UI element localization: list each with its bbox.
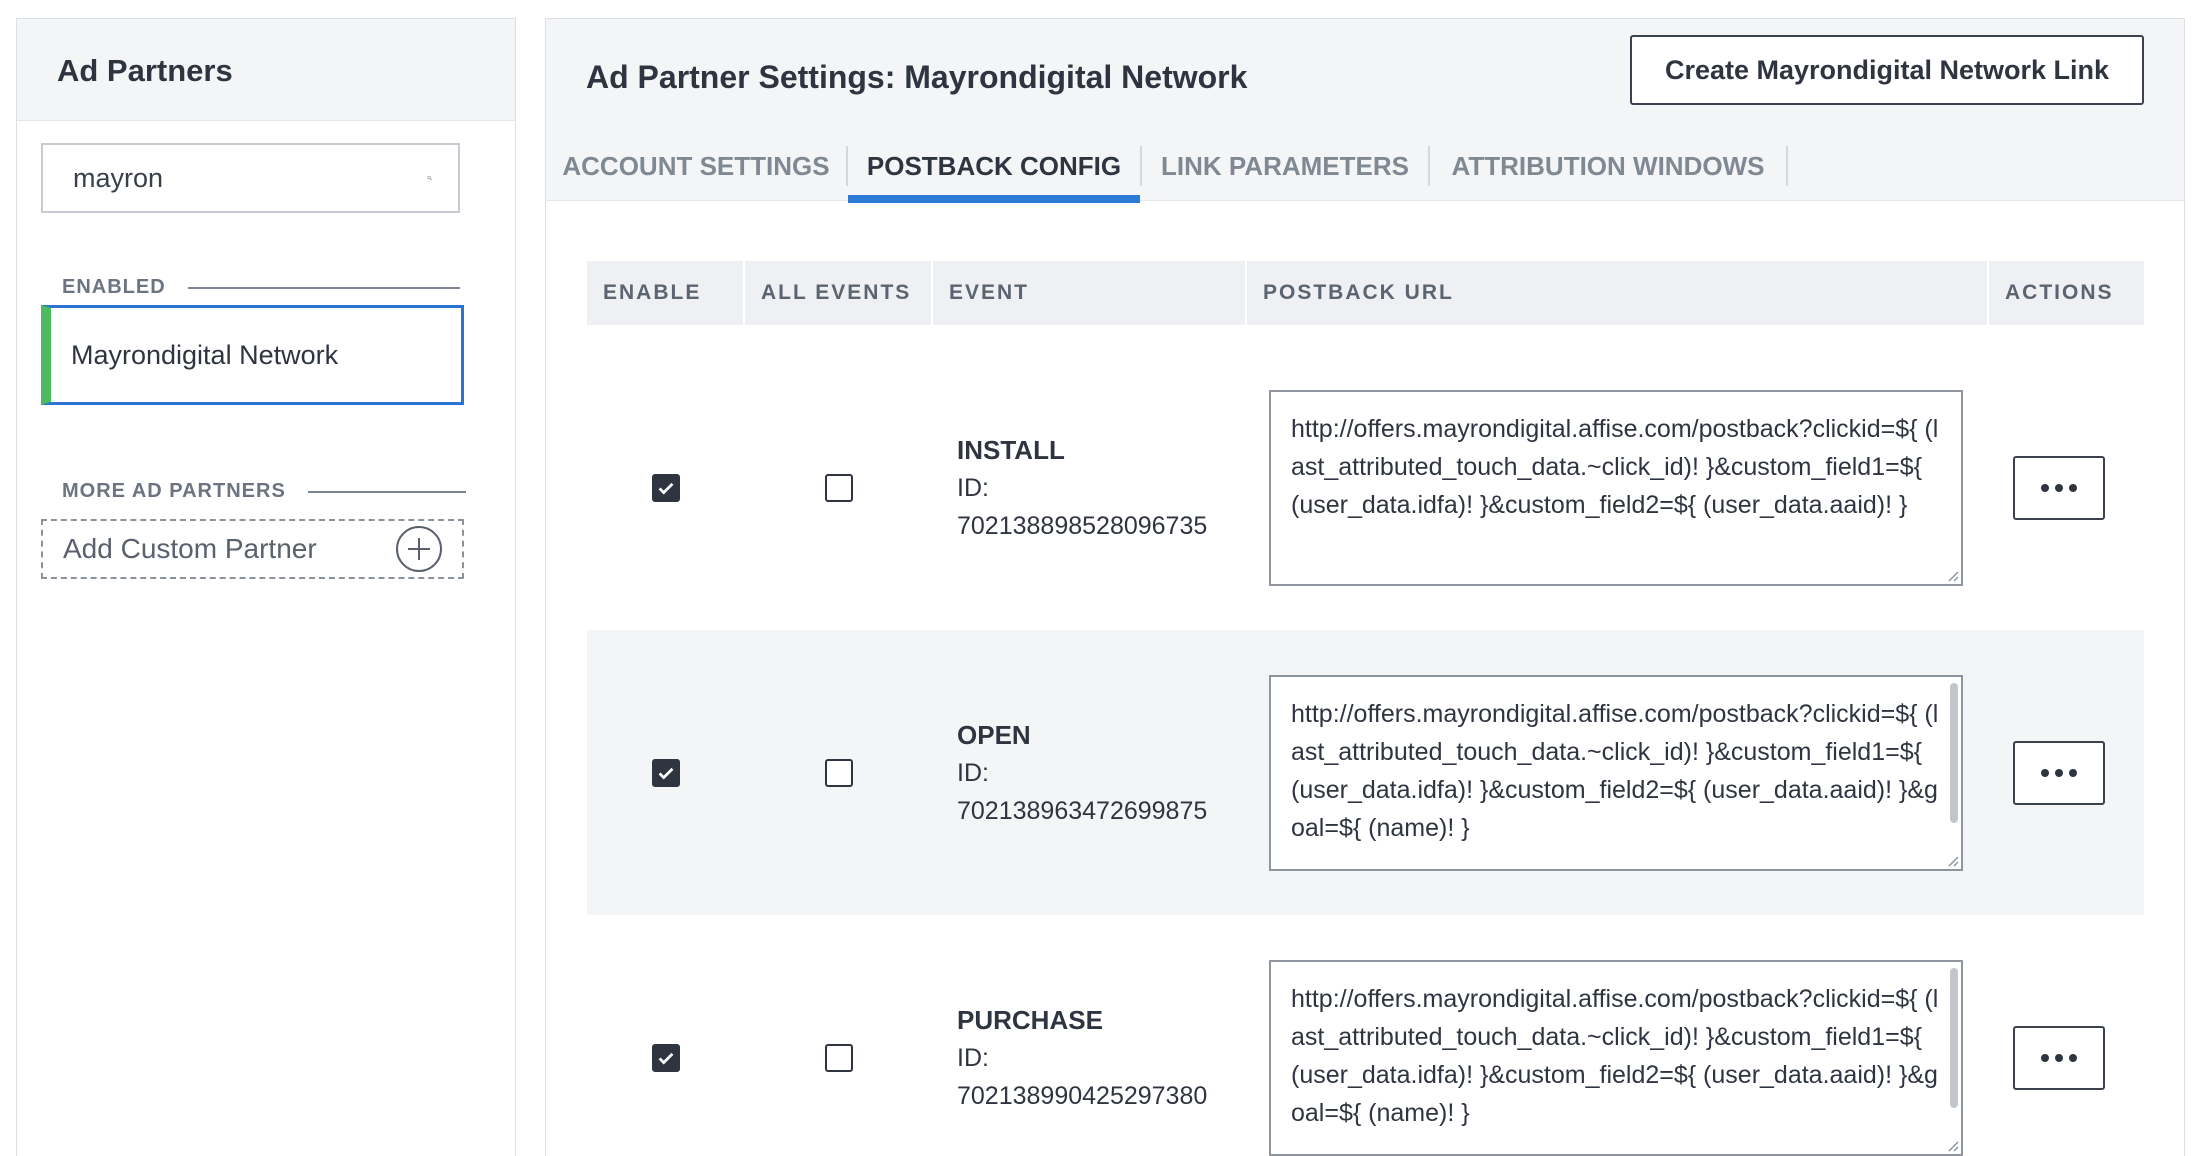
postback-url-textarea[interactable]: http://offers.mayrondigital.affise.com/p… [1269,674,1963,871]
tab-account-settings[interactable]: ACCOUNT SETTINGS [546,131,846,201]
postback-url-textarea[interactable]: http://offers.mayrondigital.affise.com/p… [1269,959,1963,1156]
event-name: PURCHASE [957,1004,1103,1035]
event-info: INSTALL ID: 702138898528096735 [933,431,1207,545]
enable-cell [587,345,745,630]
all-events-cell [745,915,933,1156]
ellipsis-icon [2041,1053,2077,1062]
partner-search-input[interactable] [73,162,427,194]
postback-url-text: http://offers.mayrondigital.affise.com/p… [1291,414,1939,519]
event-cell: INSTALL ID: 702138898528096735 [933,345,1247,630]
all-events-checkbox[interactable] [825,758,853,787]
checkmark-icon [658,482,674,495]
ellipsis-icon [2041,768,2077,777]
tab-attribution-windows[interactable]: ATTRIBUTION WINDOWS [1430,131,1786,201]
actions-cell [1989,345,2144,630]
more-actions-button[interactable] [2013,1025,2105,1090]
add-custom-partner-button[interactable]: Add Custom Partner [41,519,464,579]
column-header-event: EVENT [933,261,1247,325]
more-partners-section-label: MORE AD PARTNERS [62,480,466,503]
enabled-partner-label: Mayrondigital Network [71,339,339,370]
postback-url-text: http://offers.mayrondigital.affise.com/p… [1291,699,1939,842]
actions-cell [1989,915,2144,1156]
tab-separator [1786,146,1788,186]
all-events-checkbox[interactable] [825,1043,853,1072]
partner-settings-panel: Ad Partner Settings: Mayrondigital Netwo… [545,18,2185,1156]
all-events-checkbox[interactable] [825,473,853,502]
add-custom-partner-label: Add Custom Partner [63,533,317,564]
column-header-enable: ENABLE [587,261,745,325]
resize-handle-icon[interactable] [1945,568,1959,582]
postback-table-header: ENABLE ALL EVENTS EVENT POSTBACK URL ACT… [587,261,2144,325]
postback-url-textarea[interactable]: http://offers.mayrondigital.affise.com/p… [1269,389,1963,586]
ad-partners-header: Ad Partners [17,19,515,121]
table-row: PURCHASE ID: 702138990425297380 http://o… [587,915,2144,1156]
enabled-label-text: ENABLED [62,276,166,298]
more-actions-button[interactable] [2013,455,2105,520]
checkmark-icon [658,767,674,780]
create-link-button[interactable]: Create Mayrondigital Network Link [1630,35,2144,105]
settings-tabs: ACCOUNT SETTINGS POSTBACK CONFIG LINK PA… [546,131,1788,203]
tab-postback-config[interactable]: POSTBACK CONFIG [848,131,1140,203]
column-header-all-events: ALL EVENTS [745,261,933,325]
enable-checkbox[interactable] [652,1043,680,1072]
checkmark-icon [658,1052,674,1065]
postback-url-cell: http://offers.mayrondigital.affise.com/p… [1247,345,1989,630]
event-info: PURCHASE ID: 702138990425297380 [933,1001,1207,1115]
event-id-label: ID: [957,473,989,502]
event-id: 702138990425297380 [957,1081,1208,1110]
ad-partners-title: Ad Partners [57,53,233,88]
event-info: OPEN ID: 702138963472699875 [933,716,1207,830]
partner-search-box[interactable] [41,143,460,213]
divider [307,490,466,493]
enabled-section-label: ENABLED [62,276,460,299]
scrollbar[interactable] [1950,682,1958,823]
enable-checkbox[interactable] [652,473,680,502]
enabled-partner-item[interactable]: Mayrondigital Network [41,305,464,405]
column-header-actions: ACTIONS [2005,281,2114,304]
postback-url-cell: http://offers.mayrondigital.affise.com/p… [1247,915,1989,1156]
event-name: INSTALL [957,434,1065,465]
event-cell: PURCHASE ID: 702138990425297380 [933,915,1247,1156]
search-icon[interactable] [427,162,432,194]
actions-cell [1989,630,2144,915]
event-cell: OPEN ID: 702138963472699875 [933,630,1247,915]
partner-settings-header: Ad Partner Settings: Mayrondigital Netwo… [546,19,2184,203]
enable-checkbox[interactable] [652,758,680,787]
table-row: INSTALL ID: 702138898528096735 http://of… [587,345,2144,630]
all-events-cell [745,345,933,630]
enable-cell [587,630,745,915]
divider [187,286,460,289]
event-id: 702138963472699875 [957,796,1208,825]
postback-url-text: http://offers.mayrondigital.affise.com/p… [1291,984,1939,1127]
tab-link-parameters[interactable]: LINK PARAMETERS [1142,131,1428,201]
enable-cell [587,915,745,1156]
scrollbar[interactable] [1950,967,1958,1108]
event-id-label: ID: [957,1043,989,1072]
event-name: OPEN [957,719,1031,750]
more-partners-label-text: MORE AD PARTNERS [62,480,286,502]
event-id: 702138898528096735 [957,511,1208,540]
all-events-cell [745,630,933,915]
ellipsis-icon [2041,483,2077,492]
plus-circle-icon [396,526,442,572]
partner-settings-title: Ad Partner Settings: Mayrondigital Netwo… [586,59,1248,95]
resize-handle-icon[interactable] [1945,1138,1959,1152]
table-row: OPEN ID: 702138963472699875 http://offer… [587,630,2144,915]
resize-handle-icon[interactable] [1945,853,1959,867]
event-id-label: ID: [957,758,989,787]
more-actions-button[interactable] [2013,740,2105,805]
postback-url-cell: http://offers.mayrondigital.affise.com/p… [1247,630,1989,915]
column-header-postback-url: POSTBACK URL [1247,261,1989,325]
